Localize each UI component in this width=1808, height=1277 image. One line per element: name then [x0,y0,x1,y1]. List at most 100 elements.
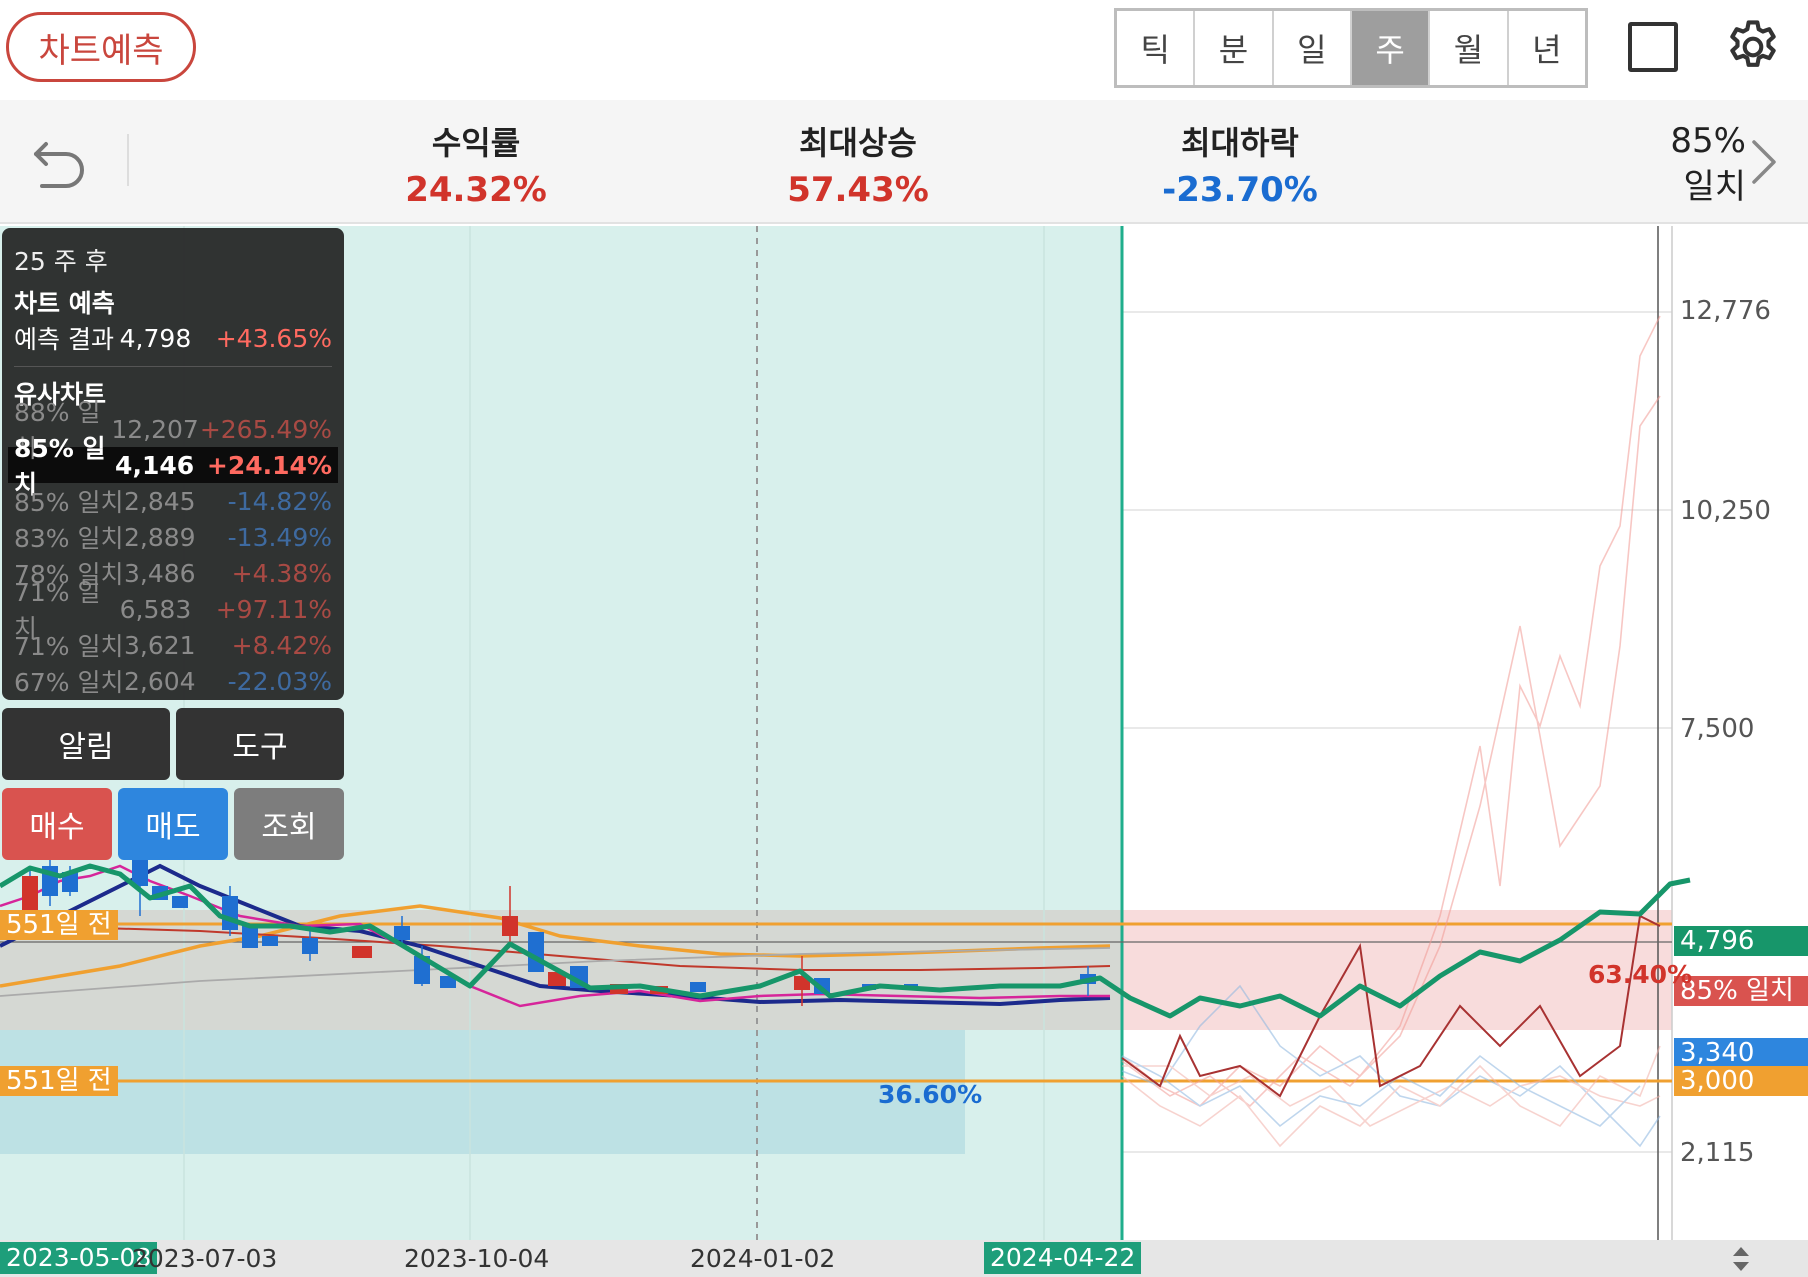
similar-change: -13.49% [227,522,332,552]
lower-band-label: 551일 전 [0,1066,118,1096]
period-tab-week[interactable]: 주 [1351,11,1431,85]
similar-price: 3,621 [124,630,196,660]
lower-range-band [0,1030,965,1154]
similar-row-selected[interactable]: 85% 일치 4,146 +24.14% [8,434,338,499]
chart-predict-button[interactable]: 차트예측 [6,12,196,82]
candle [132,856,148,886]
max-drop-value: -23.70% [1162,170,1318,210]
period-tab-tick[interactable]: 틱 [1117,11,1196,85]
weeks-ahead-label: 25 주 후 [14,247,108,276]
candle [22,876,38,912]
similar-price: 3,486 [124,558,196,588]
divider [127,134,129,186]
return-stat: 수익률 24.32% [366,118,586,210]
max-drop-label: 최대하락 [1181,124,1299,162]
panel-title: 차트 예측 [14,289,115,318]
forecast-result-row: 예측 결과 4,798 +43.65% [14,320,332,356]
x-tick-label: 2024-01-02 [690,1244,836,1273]
similar-change: +24.14% [206,450,332,480]
similar-change: +265.49% [199,414,332,444]
match-price-tag: 85% 일치 [1674,976,1808,1006]
y-tick-label: 2,115 [1680,1138,1755,1168]
y-tick-label: 10,250 [1680,496,1771,526]
x-tick-label: 2023-10-04 [404,1244,550,1273]
similar-match: 71% 일치 [14,632,124,661]
period-tab-year[interactable]: 년 [1509,11,1585,85]
period-tab-minute[interactable]: 분 [1195,11,1274,85]
candle [502,916,518,936]
similar-price: 6,583 [119,594,192,624]
similar-row[interactable]: 83% 일치 2,889 -13.49% [14,519,332,555]
resize-updown-icon[interactable] [1726,1244,1756,1274]
result-price: 4,798 [119,323,192,353]
match-indicator[interactable]: 85% 일치 [1626,118,1746,210]
sell-button[interactable]: 매도 [118,788,228,860]
similar-row[interactable]: 71% 일치 6,583 +97.11% [14,578,332,643]
range-percent-label: 36.60% [878,1080,983,1109]
forecast-percent-label: 63.40% [1588,960,1693,989]
match-label: 일치 [1683,167,1746,207]
candle [394,926,410,940]
similar-change: -22.03% [227,666,332,696]
x-axis[interactable]: 2023-05-08 2023-07-03 2023-10-04 2024-01… [0,1240,1808,1277]
similar-price: 2,889 [124,522,196,552]
stats-bar: 수익률 24.32% 최대상승 57.43% 최대하락 -23.70% 85% … [0,100,1808,224]
candle [242,926,258,948]
max-drop-stat: 최대하락 -23.70% [1130,118,1350,210]
similar-row[interactable]: 67% 일치 2,604 -22.03% [14,663,332,699]
period-selector: 틱 분 일 주 월 년 [1114,8,1588,88]
current-price-tag: 4,796 [1674,926,1808,956]
candle [302,938,318,954]
y-tick-label: 7,500 [1680,714,1755,744]
candle [222,896,238,930]
inquiry-button[interactable]: 조회 [234,788,344,860]
tools-button[interactable]: 도구 [176,708,344,780]
candle [528,932,544,972]
chevron-right-icon[interactable] [1746,136,1780,188]
similar-match: 85% 일치 [14,488,124,517]
candle [262,936,278,946]
similar-change: -14.82% [227,486,332,516]
alert-button[interactable]: 알림 [2,708,170,780]
return-value: 24.32% [405,170,547,210]
return-label: 수익률 [431,124,521,162]
similar-price: 2,845 [124,486,196,516]
candle [172,896,188,908]
buy-button[interactable]: 매수 [2,788,112,860]
similar-price: 2,604 [124,666,196,696]
result-label: 예측 결과 [14,325,114,354]
max-rise-value: 57.43% [787,170,929,210]
x-tick-label: 2023-07-03 [132,1244,278,1273]
upper-band-label: 551일 전 [0,910,118,940]
result-change: +43.65% [215,323,332,353]
max-rise-label: 최대상승 [799,124,917,162]
x-forecast-date-tag: 2024-04-22 [984,1242,1142,1274]
similar-price: 4,146 [115,450,195,480]
similar-change: +8.42% [231,630,332,660]
top-bar: 차트예측 틱 분 일 주 월 년 [0,0,1808,100]
low-price-tag-a: 3,340 [1674,1038,1808,1068]
similar-price: 12,207 [111,414,199,444]
divider [14,366,332,367]
candle [352,946,372,958]
similar-row[interactable]: 71% 일치 3,621 +8.42% [14,627,332,663]
max-rise-stat: 최대상승 57.43% [748,118,968,210]
low-price-tag-b: 3,000 [1674,1066,1808,1096]
fullscreen-square-icon[interactable] [1628,22,1678,72]
undo-arrow-icon[interactable] [30,134,90,190]
similar-change: +4.38% [231,558,332,588]
similar-match: 67% 일치 [14,668,124,697]
y-tick-label: 12,776 [1680,296,1771,326]
period-tab-day[interactable]: 일 [1274,11,1352,85]
similar-line [1121,1054,1641,1128]
similar-line [1121,1045,1661,1148]
similar-row[interactable]: 85% 일치 2,845 -14.82% [14,483,332,519]
similar-match: 83% 일치 [14,524,124,553]
period-tab-month[interactable]: 월 [1430,11,1509,85]
similar-change: +97.11% [215,594,332,624]
gear-icon[interactable] [1722,16,1784,78]
candle [690,982,706,992]
match-percent: 85% [1670,121,1746,161]
forecast-info-panel: 25 주 후 차트 예측 예측 결과 4,798 +43.65% 유사차트 88… [2,228,344,700]
app-root: 차트예측 틱 분 일 주 월 년 수익률 24.32% 최대상승 57.43% [0,0,1808,1277]
